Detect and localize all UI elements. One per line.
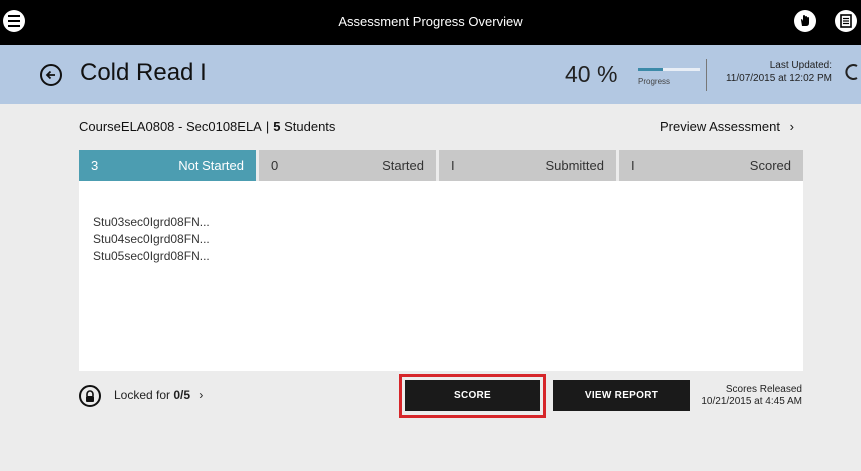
tab-count: 3 [91, 158, 99, 173]
status-tabs: 3 Not Started 0 Started I Submitted I Sc… [79, 150, 803, 193]
course-separator: | [265, 119, 270, 134]
list-item[interactable]: Stu03sec0Igrd08FN... [93, 215, 210, 229]
lock-icon[interactable] [79, 385, 101, 407]
page-title: Cold Read I [80, 59, 207, 86]
score-button[interactable]: SCORE [405, 380, 540, 411]
tab-submitted[interactable]: I Submitted [439, 150, 616, 181]
preview-assessment-link[interactable]: Preview Assessment › [660, 119, 794, 134]
tab-count: I [451, 158, 455, 173]
tab-started[interactable]: 0 Started [259, 150, 436, 181]
progress-bar [638, 68, 700, 71]
progress-label: Progress [638, 77, 671, 86]
assessment-header: Cold Read I 40 % Progress Last Updated: … [0, 45, 861, 104]
last-updated-label: Last Updated: [769, 60, 832, 71]
top-bar: Assessment Progress Overview [0, 0, 861, 45]
header-divider [706, 59, 707, 91]
course-name: CourseELA0808 - Sec0108ELA [79, 119, 262, 134]
locked-value: 0/5 [173, 388, 191, 402]
preview-assessment-label: Preview Assessment [660, 119, 780, 134]
student-list-panel: Stu03sec0Igrd08FN... Stu04sec0Igrd08FN..… [79, 181, 803, 371]
notes-icon[interactable] [835, 10, 857, 32]
tab-label: Scored [749, 158, 791, 173]
tab-not-started[interactable]: 3 Not Started [79, 150, 256, 193]
tab-label: Started [382, 158, 424, 173]
tab-label: Not Started [178, 158, 244, 173]
refresh-icon[interactable] [842, 61, 861, 89]
list-item[interactable]: Stu04sec0Igrd08FN... [93, 232, 210, 246]
course-info: CourseELA0808 - Sec0108ELA | 5 Students [79, 119, 335, 134]
student-count: 5 [273, 119, 281, 134]
chevron-right-icon: › [789, 119, 794, 134]
chevron-right-icon: › [199, 388, 204, 402]
scores-released-label: Scores Released [725, 384, 802, 395]
students-word: Students [284, 119, 336, 134]
tab-count: 0 [271, 158, 279, 173]
progress-bar-fill [638, 68, 663, 71]
tab-scored[interactable]: I Scored [619, 150, 803, 181]
view-report-button[interactable]: VIEW REPORT [553, 380, 690, 411]
progress-percent: 40 % [565, 61, 618, 87]
tab-label: Submitted [545, 158, 604, 173]
back-arrow-icon[interactable] [40, 64, 62, 86]
last-updated-date: 11/07/2015 at 12:02 PM [725, 73, 832, 84]
locked-status[interactable]: Locked for 0/5 › [114, 388, 203, 402]
scores-released-date: 10/21/2015 at 4:45 AM [701, 396, 802, 407]
app-title: Assessment Progress Overview [338, 14, 523, 29]
locked-prefix: Locked for [114, 388, 174, 402]
tab-count: I [631, 158, 635, 173]
hand-icon[interactable] [794, 10, 816, 32]
list-item[interactable]: Stu05sec0Igrd08FN... [93, 249, 210, 263]
